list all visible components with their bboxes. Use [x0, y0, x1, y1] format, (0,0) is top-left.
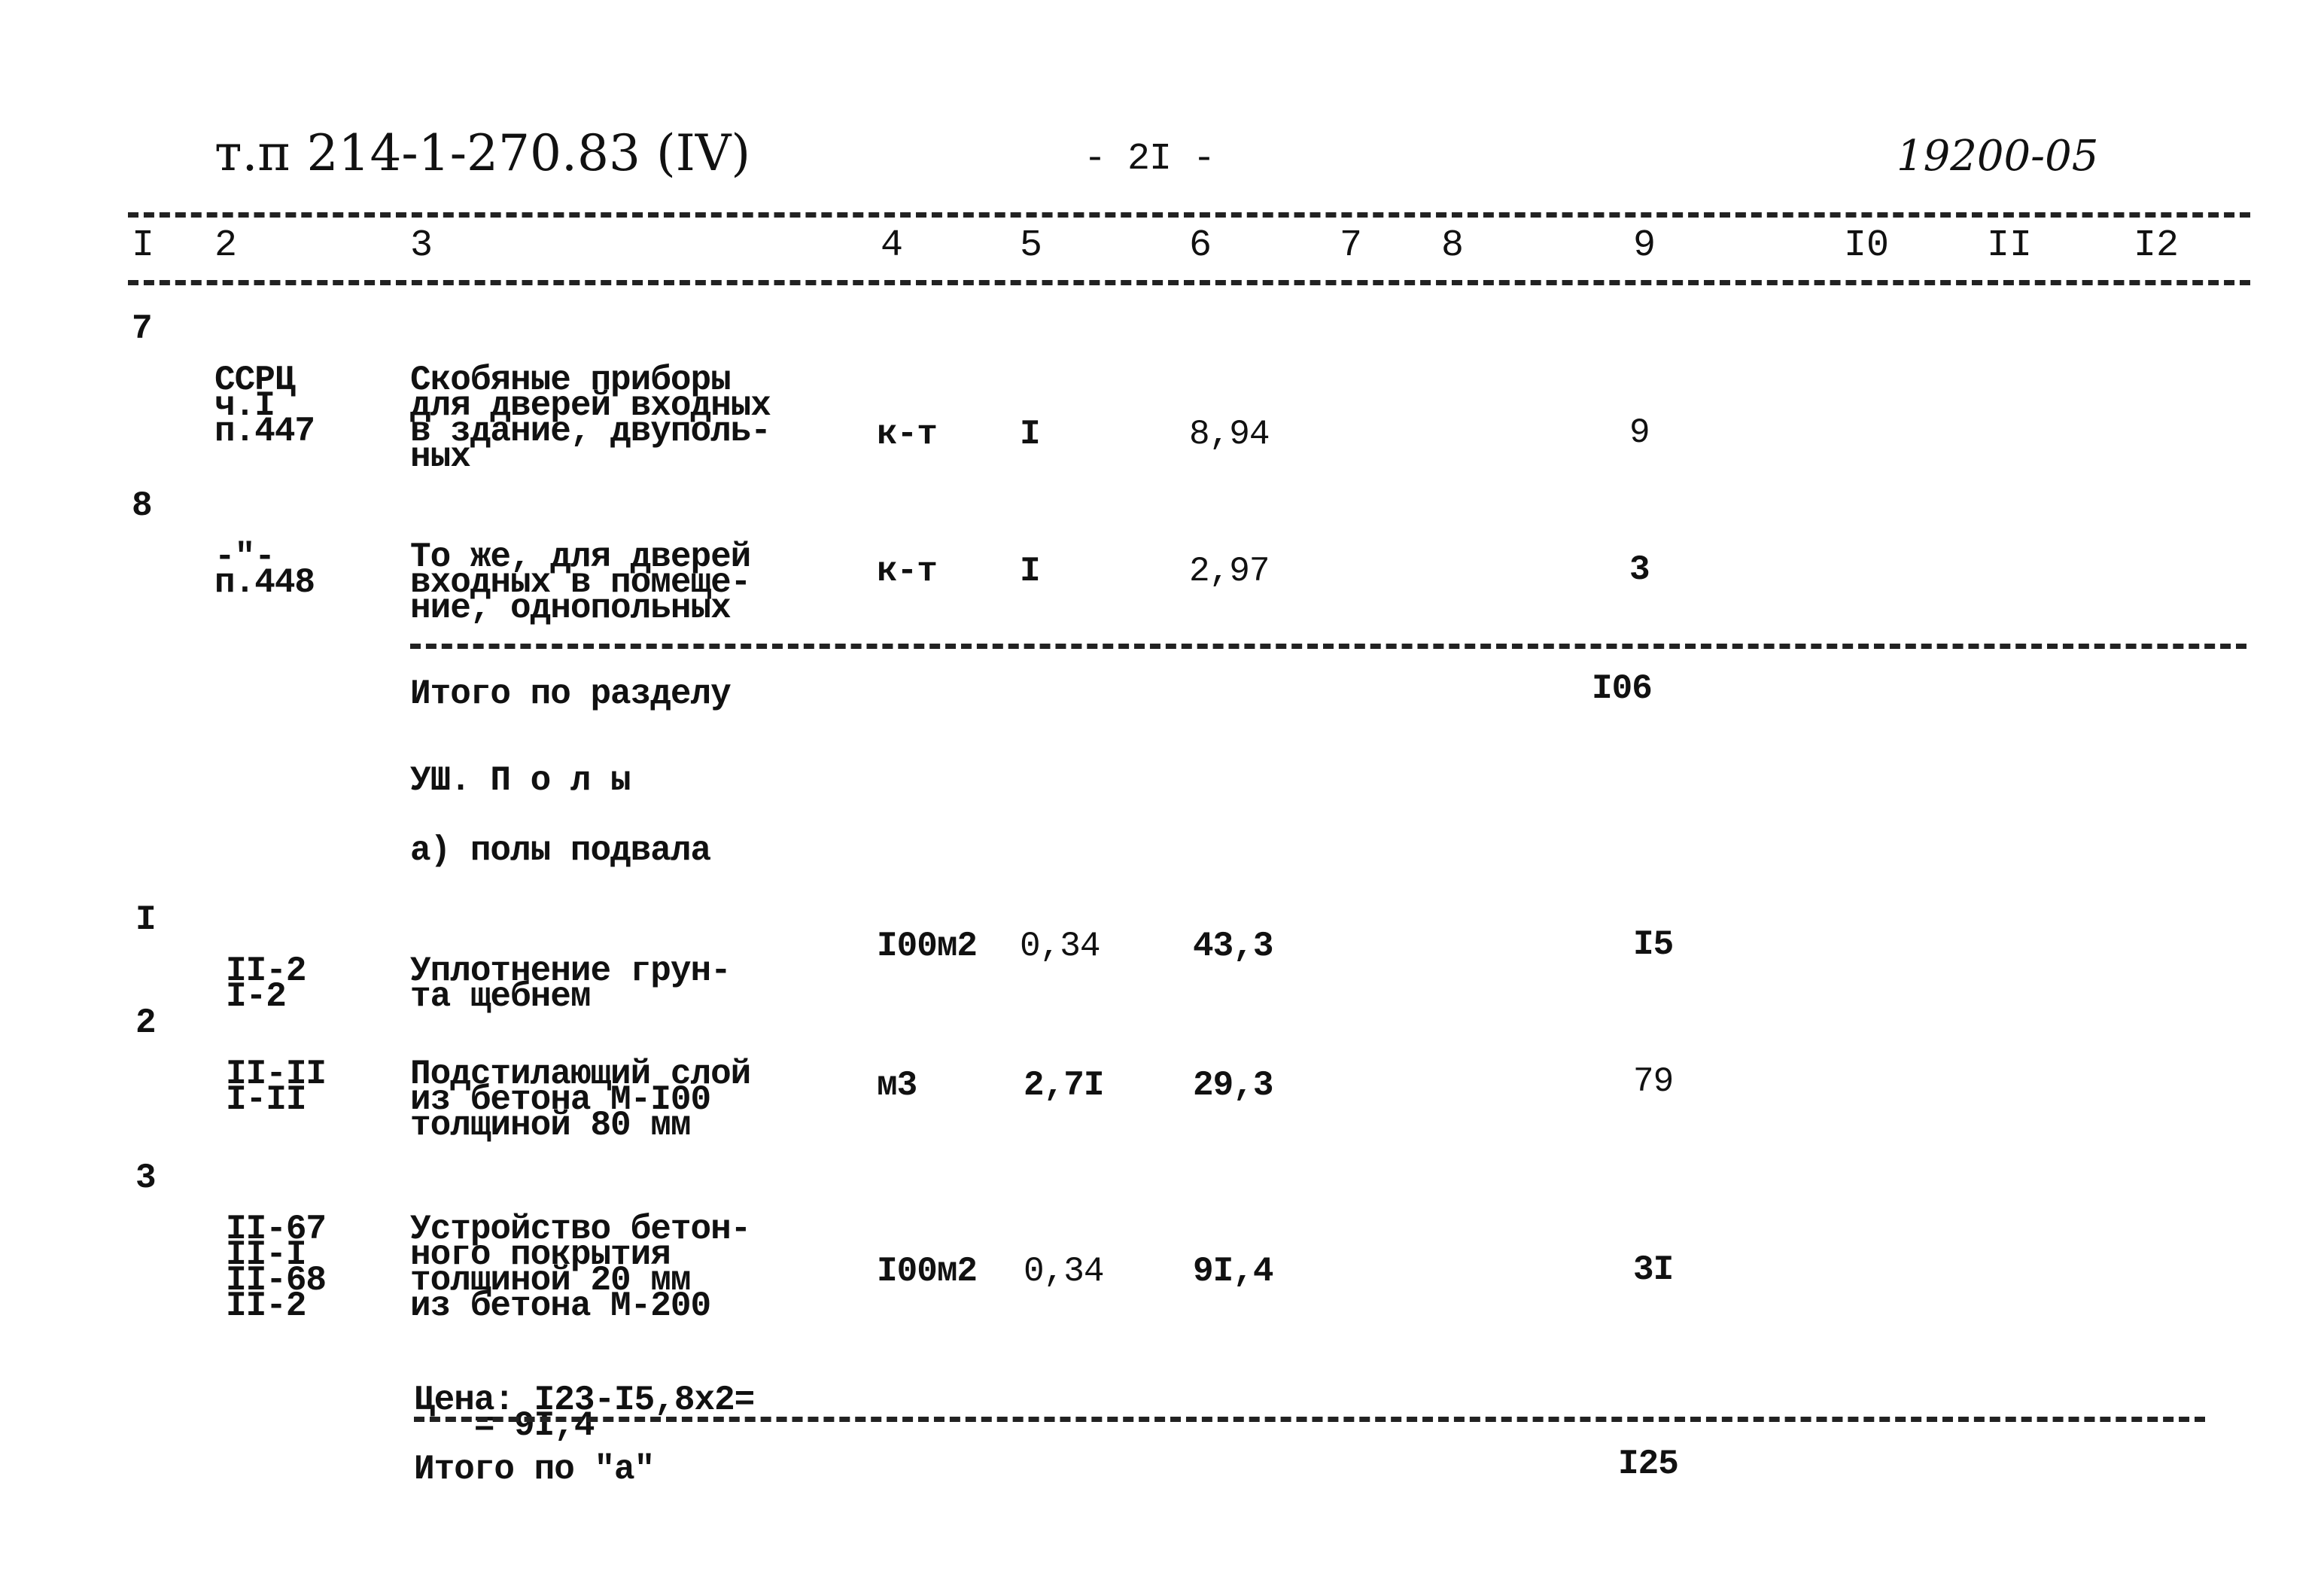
header-top-rule	[128, 212, 2250, 218]
subtotal-rule	[414, 1417, 2205, 1422]
subsection-title: а) полы подвала	[410, 831, 711, 870]
quantity: 2,7I	[1024, 1066, 1104, 1105]
col-header-5: 5	[1020, 224, 1043, 267]
unit-price: 43,3	[1193, 927, 1273, 966]
total-cost: 9	[1629, 413, 1650, 452]
section-total-label: Итого по разделу	[410, 674, 732, 714]
total-cost: 3	[1629, 550, 1650, 589]
unit: к-т	[877, 552, 938, 591]
subtotal-value: I25	[1618, 1445, 1679, 1484]
unit: к-т	[877, 415, 938, 454]
section-total-value: I06	[1592, 669, 1653, 708]
unit-price: 9I,4	[1193, 1252, 1273, 1291]
col-header-1: I	[132, 224, 155, 267]
header-bottom-rule	[128, 280, 2250, 285]
section-rule	[410, 644, 2246, 649]
unit-price: 29,3	[1193, 1066, 1273, 1105]
unit-price: 2,97	[1189, 552, 1270, 591]
col-header-8: 8	[1441, 224, 1465, 267]
col-header-9: 9	[1633, 224, 1656, 267]
col-header-10: I0	[1844, 224, 1890, 267]
row-number: 3	[135, 1158, 157, 1198]
col-header-2: 2	[214, 224, 238, 267]
unit: м3	[877, 1066, 917, 1105]
norm-code: II-II I-II	[226, 1055, 327, 1119]
quantity: I	[1020, 415, 1041, 454]
row-number: 2	[135, 1003, 157, 1043]
unit: I00м2	[877, 927, 978, 966]
total-cost: I5	[1633, 925, 1674, 964]
unit: I00м2	[877, 1252, 978, 1291]
col-header-12: I2	[2134, 224, 2180, 267]
work-description: Скобяные приборы для дверей входных в здан…	[410, 361, 771, 476]
norm-code: II-67 II-I II-68 II-2	[226, 1210, 327, 1326]
section-title: УШ. П о л ы	[410, 761, 631, 800]
quantity: 0,34	[1024, 1252, 1104, 1291]
total-cost: 79	[1633, 1062, 1674, 1101]
work-description: Подстилающий слой из бетона М-I00 толщиной…	[410, 1055, 751, 1145]
row-number: 8	[132, 486, 153, 525]
archive-number: 19200-05	[1897, 132, 2099, 181]
page-number: - 2I -	[1084, 138, 1215, 181]
norm-code: ССРЦ ч.I п.447	[214, 361, 315, 451]
total-cost: 3I	[1633, 1250, 1674, 1289]
col-header-3: 3	[410, 224, 433, 267]
col-header-7: 7	[1340, 224, 1363, 267]
col-header-11: II	[1987, 224, 2033, 267]
col-header-4: 4	[881, 224, 904, 267]
subtotal-label: Итого по "а"	[414, 1450, 655, 1489]
row-number: I	[135, 900, 157, 939]
unit-price: 8,94	[1189, 415, 1270, 454]
quantity: 0,34	[1020, 927, 1100, 966]
document-code: т.п 214-1-270.83 (IV)	[214, 124, 751, 182]
row-number: 7	[132, 309, 153, 349]
quantity: I	[1020, 552, 1041, 591]
norm-code: -"- п.448	[214, 537, 315, 602]
col-header-6: 6	[1189, 224, 1212, 267]
